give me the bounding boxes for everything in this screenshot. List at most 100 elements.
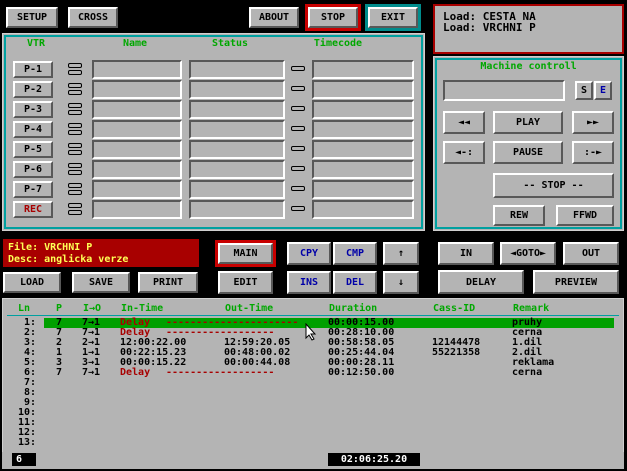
vtr-header-vtr: VTR — [26, 38, 46, 49]
vtr-header-name: Name — [122, 38, 148, 49]
edit-button[interactable]: EDIT — [218, 271, 273, 294]
preview-button[interactable]: PREVIEW — [533, 270, 619, 294]
machine-stop-button[interactable]: -- STOP -- — [493, 173, 614, 198]
cell-out: ------------------ — [166, 367, 275, 378]
vtr-button-p2[interactable]: P-2 — [13, 81, 53, 98]
row-count: 6 — [16, 454, 23, 465]
status-bar: 6 02:06:25.20 — [2, 452, 624, 469]
rewind-button[interactable]: ◄◄ — [443, 111, 485, 134]
cell-remark: cerna — [512, 367, 543, 378]
vtr-name-field[interactable] — [92, 100, 182, 119]
print-button[interactable]: PRINT — [138, 272, 198, 293]
vtr-led-b — [68, 210, 82, 215]
vtr-timecode-led — [291, 166, 305, 171]
vtr-timecode-field[interactable] — [312, 80, 414, 99]
copy-button[interactable]: CPY — [287, 242, 331, 265]
vtr-timecode-field[interactable] — [312, 60, 414, 79]
vtr-name-field[interactable] — [92, 80, 182, 99]
vtr-name-field[interactable] — [92, 160, 182, 179]
next-frame-button[interactable]: :-► — [572, 141, 614, 164]
vtr-name-field[interactable] — [92, 180, 182, 199]
prev-frame-button[interactable]: ◄-: — [443, 141, 485, 164]
table-row[interactable]: 6: 7 7→1 Delay ------------------ 00:12:… — [2, 368, 624, 378]
table-row[interactable]: 13: — [2, 438, 624, 448]
vtr-name-field[interactable] — [92, 120, 182, 139]
goto-button[interactable]: ◄GOTO► — [500, 242, 556, 265]
vtr-led-a — [68, 63, 82, 68]
vtr-timecode-led — [291, 106, 305, 111]
exit-button[interactable]: EXIT — [368, 7, 418, 28]
machine-s-button[interactable]: S — [575, 81, 593, 100]
cross-button[interactable]: CROSS — [68, 7, 118, 28]
vtr-timecode-field[interactable] — [312, 180, 414, 199]
machine-control-title: Machine controll — [480, 61, 577, 72]
header-out-time: Out-Time — [225, 303, 274, 314]
machine-timecode-field[interactable] — [443, 80, 565, 101]
table-row[interactable]: 7: — [2, 378, 624, 388]
vtr-status-field[interactable] — [189, 100, 285, 119]
main-button[interactable]: MAIN — [218, 243, 273, 264]
vtr-name-field[interactable] — [92, 60, 182, 79]
delay-button[interactable]: DELAY — [438, 270, 524, 294]
total-duration: 02:06:25.20 — [340, 454, 408, 465]
table-row[interactable]: 10: — [2, 408, 624, 418]
compare-button[interactable]: CMP — [333, 242, 377, 265]
setup-button[interactable]: SETUP — [6, 7, 58, 28]
fast-forward-button[interactable]: ►► — [572, 111, 614, 134]
vtr-button-p1[interactable]: P-1 — [13, 61, 53, 78]
header-io: I→O — [83, 303, 102, 314]
table-row[interactable]: 9: — [2, 398, 624, 408]
vtr-button-p5[interactable]: P-5 — [13, 141, 53, 158]
vtr-header-status: Status — [211, 38, 249, 49]
machine-e-button[interactable]: E — [594, 81, 612, 100]
vtr-status-field[interactable] — [189, 120, 285, 139]
rew-button[interactable]: REW — [493, 205, 545, 226]
save-button[interactable]: SAVE — [72, 272, 130, 293]
in-button[interactable]: IN — [438, 242, 494, 265]
vtr-status-field[interactable] — [189, 200, 285, 219]
vtr-button-rec[interactable]: REC — [13, 201, 53, 218]
vtr-status-field[interactable] — [189, 160, 285, 179]
row-count-badge: 6 — [12, 453, 36, 466]
vtr-status-field[interactable] — [189, 80, 285, 99]
delete-button[interactable]: DEL — [333, 271, 377, 294]
load-info-line-2: Load: VRCHNI P — [443, 21, 536, 34]
vtr-name-field[interactable] — [92, 200, 182, 219]
insert-button[interactable]: INS — [287, 271, 331, 294]
vtr-timecode-field[interactable] — [312, 140, 414, 159]
vtr-status-field[interactable] — [189, 140, 285, 159]
stop-button-frame: STOP — [305, 4, 361, 31]
move-down-button[interactable]: ↓ — [383, 271, 419, 294]
next-frame-icon: :-► — [583, 147, 603, 158]
vtr-button-p7[interactable]: P-7 — [13, 181, 53, 198]
move-up-button[interactable]: ↑ — [383, 242, 419, 265]
vtr-led-a — [68, 123, 82, 128]
edit-list-header: Ln P I→O In-Time Out-Time Duration Cass-… — [3, 303, 623, 314]
pause-button[interactable]: PAUSE — [493, 141, 563, 164]
vtr-timecode-field[interactable] — [312, 100, 414, 119]
file-info-box: File: VRCHNI P Desc: anglicka verze — [3, 239, 199, 267]
cell-in: Delay — [120, 367, 151, 378]
header-ln: Ln — [18, 303, 31, 314]
ffwd-button[interactable]: FFWD — [556, 205, 614, 226]
load-button[interactable]: LOAD — [3, 272, 61, 293]
header-divider — [7, 315, 619, 316]
vtr-timecode-field[interactable] — [312, 120, 414, 139]
about-button[interactable]: ABOUT — [249, 7, 299, 28]
table-row[interactable]: 8: — [2, 388, 624, 398]
stop-button[interactable]: STOP — [308, 7, 358, 28]
vtr-timecode-field[interactable] — [312, 200, 414, 219]
vtr-name-field[interactable] — [92, 140, 182, 159]
load-info-box: Load: CESTA NA Load: VRCHNI P — [433, 4, 624, 54]
vtr-button-p3[interactable]: P-3 — [13, 101, 53, 118]
out-button[interactable]: OUT — [563, 242, 619, 265]
table-row[interactable]: 12: — [2, 428, 624, 438]
play-button[interactable]: PLAY — [493, 111, 563, 134]
vtr-led-a — [68, 103, 82, 108]
vtr-button-p4[interactable]: P-4 — [13, 121, 53, 138]
table-row[interactable]: 11: — [2, 418, 624, 428]
vtr-button-p6[interactable]: P-6 — [13, 161, 53, 178]
vtr-status-field[interactable] — [189, 180, 285, 199]
vtr-timecode-field[interactable] — [312, 160, 414, 179]
vtr-status-field[interactable] — [189, 60, 285, 79]
